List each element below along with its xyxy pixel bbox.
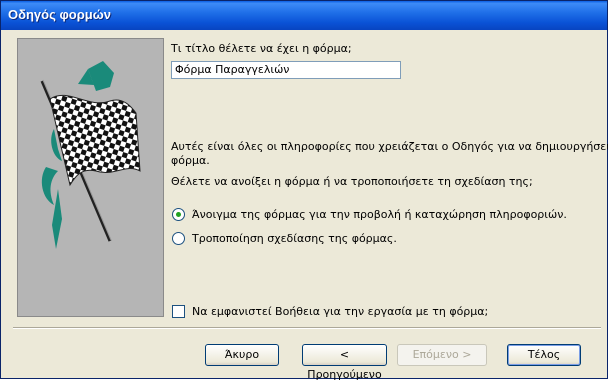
next-button[interactable]: Επόμενο > [397,344,487,366]
window-title: Οδηγός φορμών [8,7,111,22]
title-bar[interactable]: Οδηγός φορμών [1,1,607,30]
info-text-line2: φόρμα. [171,154,210,167]
form-title-input[interactable]: Φόρμα Παραγγελιών [171,61,401,79]
info-text-line1: Αυτές είναι όλες οι πληροφορίες που χρει… [171,140,608,153]
open-form-label[interactable]: Άνοιγμα της φόρμας για την προβολή ή κατ… [192,208,567,221]
button-separator [13,327,601,329]
open-or-modify-question: Θέλετε να ανοίξει η φόρμα ή να τροποποιή… [171,175,533,188]
form-wizard-window: Οδηγός φορμών Τι τίτλο θέλετε να έχει η … [0,0,608,381]
radio-selected-dot [176,212,181,217]
open-form-radio[interactable] [172,208,185,221]
wizard-illustration-panel [17,38,164,317]
finish-button[interactable]: Τέλος [507,344,581,366]
form-title-question: Τι τίτλο θέλετε να έχει η φόρμα; [171,42,352,55]
show-help-label[interactable]: Να εμφανιστεί Βοήθεια για την εργασία με… [192,305,488,318]
show-help-checkbox[interactable] [172,305,185,318]
cancel-button[interactable]: Άκυρο [205,344,279,366]
modify-design-label[interactable]: Τροποποίηση σχεδίασης της φόρμας. [192,232,397,245]
checkered-flag-icon [40,61,141,249]
back-button[interactable]: < Προηγούμενο [302,344,387,381]
wizard-content: Τι τίτλο θέλετε να έχει η φόρμα; Φόρμα Π… [5,30,608,381]
modify-design-radio[interactable] [172,232,185,245]
